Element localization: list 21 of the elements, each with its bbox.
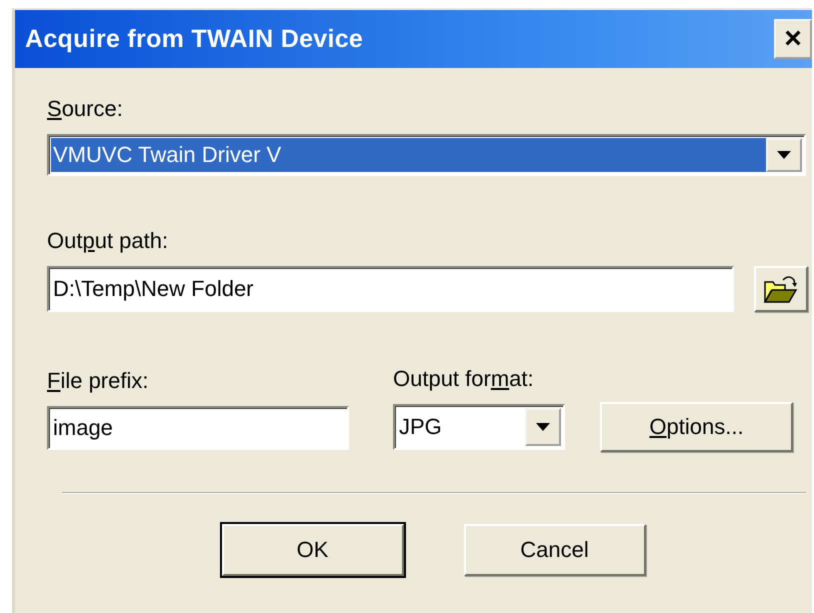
caret-icon: [777, 151, 791, 159]
output-path-label: Output path:: [47, 228, 170, 254]
options-button[interactable]: Options...: [600, 402, 793, 452]
source-dropdown[interactable]: VMUVC Twain Driver V: [47, 134, 806, 176]
source-value: VMUVC Twain Driver V: [51, 138, 766, 172]
source-label: Source:: [47, 96, 124, 122]
folder-icon: [763, 274, 799, 304]
browse-button[interactable]: [754, 266, 808, 312]
output-format-label: Output format:: [393, 366, 535, 392]
ok-button[interactable]: OK: [222, 524, 404, 576]
cancel-button[interactable]: Cancel: [464, 524, 646, 576]
file-prefix-field[interactable]: image: [47, 406, 349, 450]
output-format-value: JPG: [398, 413, 443, 441]
file-prefix-label: File prefix:: [47, 368, 150, 394]
dropdown-button[interactable]: [766, 138, 802, 172]
close-button[interactable]: ×: [774, 19, 812, 59]
caret-icon: [536, 423, 550, 431]
output-path-field[interactable]: D:\Temp\New Folder: [47, 266, 734, 312]
output-format-dropdown[interactable]: JPG: [393, 404, 565, 450]
dropdown-button[interactable]: [525, 408, 561, 446]
window-title: Acquire from TWAIN Device: [25, 24, 364, 54]
